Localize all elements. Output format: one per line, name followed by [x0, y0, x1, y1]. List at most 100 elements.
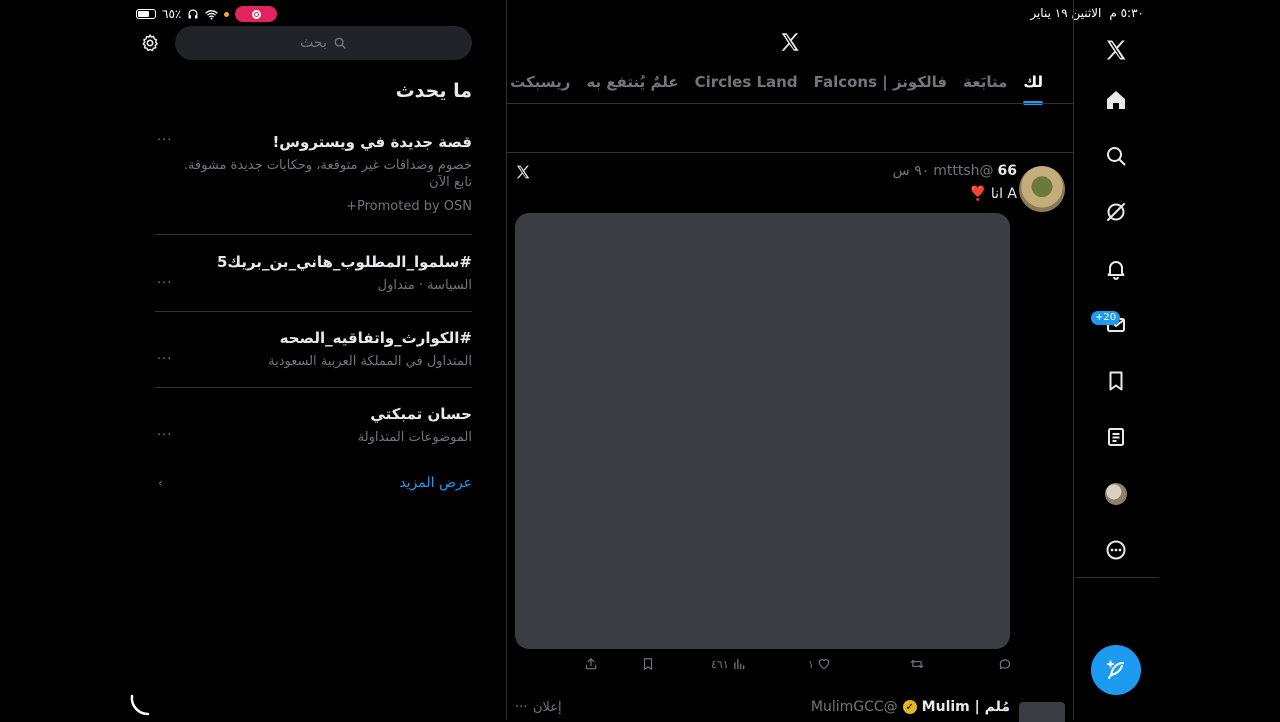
nav-more[interactable]: [1104, 538, 1128, 562]
tweet-header: مُلم | Mulim ✓ @MulimGCC: [811, 699, 1010, 715]
nav-bookmarks[interactable]: [1104, 369, 1128, 393]
status-time: ٥:٣٠ م: [1109, 6, 1144, 20]
profile-avatar[interactable]: [1105, 483, 1127, 505]
status-date: الاثنين ١٩ يناير: [1030, 6, 1102, 20]
settings-button[interactable]: [140, 33, 160, 53]
list-icon: [1104, 425, 1128, 449]
nav-search[interactable]: [1104, 144, 1128, 168]
retweet-icon: [909, 657, 925, 671]
trend-item[interactable]: حسان تمبكتي الموضوعات المتداولة ···: [155, 405, 472, 446]
avatar[interactable]: [1019, 702, 1065, 722]
tweet-author-name[interactable]: 66: [998, 163, 1017, 179]
battery-icon: [136, 9, 156, 19]
trend-item[interactable]: قصة جديدة في ويستروس! خصوم وصداقات غير م…: [155, 133, 472, 215]
trend-item[interactable]: #سلموا_المطلوب_هاني_بن_بريك5 السياسة · م…: [155, 253, 472, 294]
ad-label: إعلان: [533, 700, 562, 715]
tab-ilm[interactable]: علمٌ يُنتفع به: [586, 73, 678, 95]
tabs-divider: [507, 103, 1073, 104]
nav-lists[interactable]: [1104, 425, 1128, 449]
nav-home[interactable]: [1104, 88, 1128, 112]
screen-recording-indicator[interactable]: [235, 6, 278, 22]
trend-title: #الكوارث_واتفاقيه_الصحه: [279, 329, 472, 347]
chevron-left-icon: ‹: [158, 476, 163, 490]
search-input[interactable]: بحث: [175, 26, 472, 60]
reply-icon: [998, 657, 1012, 671]
trend-divider: [155, 234, 472, 235]
search-icon: [1104, 144, 1128, 168]
trend-subtitle: الموضوعات المتداولة: [357, 430, 472, 445]
avatar[interactable]: [1019, 166, 1065, 212]
tab-following[interactable]: متابَعة: [963, 73, 1007, 95]
tweet-author-handle[interactable]: @mtttsh: [933, 163, 993, 179]
more-options-icon[interactable]: ···: [157, 276, 172, 291]
compose-post-button[interactable]: [1091, 645, 1141, 695]
feather-plus-icon: [1104, 658, 1128, 682]
column-divider: [506, 0, 507, 720]
trend-subtitle: المتداول في المملكة العربية السعودية: [268, 354, 472, 369]
trend-subtitle: خصوم وصداقات غير متوقعة، وحكايات جديدة م…: [183, 158, 472, 190]
home-indicator-icon: [128, 694, 152, 718]
views-icon: [732, 657, 746, 671]
tweet-author-handle[interactable]: @MulimGCC: [811, 699, 898, 715]
tweet-media[interactable]: [515, 213, 1010, 649]
verified-badge-icon: ✓: [902, 700, 917, 714]
status-bar-right: ٥:٣٠ م الاثنين ١٩ يناير: [1030, 6, 1144, 20]
grok-icon: [1104, 200, 1128, 224]
tab-circles-land[interactable]: Circles Land: [695, 73, 798, 95]
trend-title: قصة جديدة في ويستروس!: [272, 133, 472, 151]
bookmark-icon: [641, 657, 655, 671]
nav-divider: [1075, 577, 1159, 578]
trend-title: حسان تمبكتي: [370, 405, 472, 423]
promoted-label: Promoted by OSN+: [346, 199, 472, 214]
nav-notifications[interactable]: [1104, 257, 1128, 281]
timeline-tabs: لك متابَعة فالكونز | Falcons Circles Lan…: [507, 70, 1073, 106]
more-options-icon[interactable]: ···: [157, 133, 172, 148]
tweet-text: A انا ❣️: [969, 186, 1017, 202]
search-icon: [333, 36, 347, 50]
tweet-time[interactable]: ٩٠ س: [893, 163, 930, 179]
trend-divider: [155, 387, 472, 388]
bookmark-button[interactable]: [641, 657, 655, 671]
column-divider: [1073, 0, 1074, 720]
tweet-actions: ٤٦١ ١: [580, 657, 1012, 675]
share-icon: [584, 657, 598, 671]
messages-badge: +20: [1091, 311, 1121, 325]
show-more-link[interactable]: عرض المزيد: [399, 475, 472, 491]
more-options-icon[interactable]: ···: [515, 700, 527, 715]
like-button[interactable]: ١: [808, 657, 831, 671]
trend-divider: [155, 311, 472, 312]
views-count: ٤٦١: [711, 657, 729, 671]
search-placeholder: بحث: [300, 35, 327, 51]
x-logo-icon[interactable]: [779, 31, 801, 53]
more-options-icon[interactable]: ···: [157, 428, 172, 443]
nav-grok[interactable]: [1104, 200, 1128, 224]
bookmark-icon: [1104, 369, 1128, 393]
wifi-icon: [205, 9, 218, 20]
tab-for-you[interactable]: لك: [1023, 73, 1043, 105]
retweet-button[interactable]: [906, 657, 925, 671]
likes-count: ١: [808, 657, 814, 671]
feed-divider: [507, 152, 1073, 153]
home-icon: [1104, 88, 1128, 112]
trend-subtitle: السياسة · متداول: [377, 278, 472, 293]
tweet-header: 66 @mtttsh ٩٠ س: [893, 163, 1017, 179]
reply-button[interactable]: [995, 657, 1012, 671]
headphones-icon: [187, 8, 199, 20]
x-logo-icon: [515, 164, 531, 180]
nav-x-logo[interactable]: [1104, 38, 1128, 62]
tweet-author-name[interactable]: مُلم | Mulim: [922, 699, 1010, 715]
x-logo-icon: [1104, 38, 1128, 62]
tab-respect[interactable]: ريسبكت | Respect: [507, 73, 570, 95]
more-options-icon[interactable]: ···: [157, 352, 172, 367]
record-icon: [251, 9, 261, 19]
heart-icon: [817, 657, 831, 671]
more-circle-icon: [1104, 538, 1128, 562]
share-button[interactable]: [584, 657, 598, 671]
views-button[interactable]: ٤٦١: [711, 657, 746, 671]
location-indicator-icon: [224, 11, 230, 17]
trend-title: #سلموا_المطلوب_هاني_بن_بريك5: [216, 253, 472, 271]
tab-falcons[interactable]: فالكونز | Falcons: [814, 73, 948, 95]
trend-item[interactable]: #الكوارث_واتفاقيه_الصحه المتداول في المم…: [155, 329, 472, 370]
battery-percent: ٦٥٪: [162, 7, 182, 21]
status-bar-left: ٦٥٪: [136, 6, 278, 22]
